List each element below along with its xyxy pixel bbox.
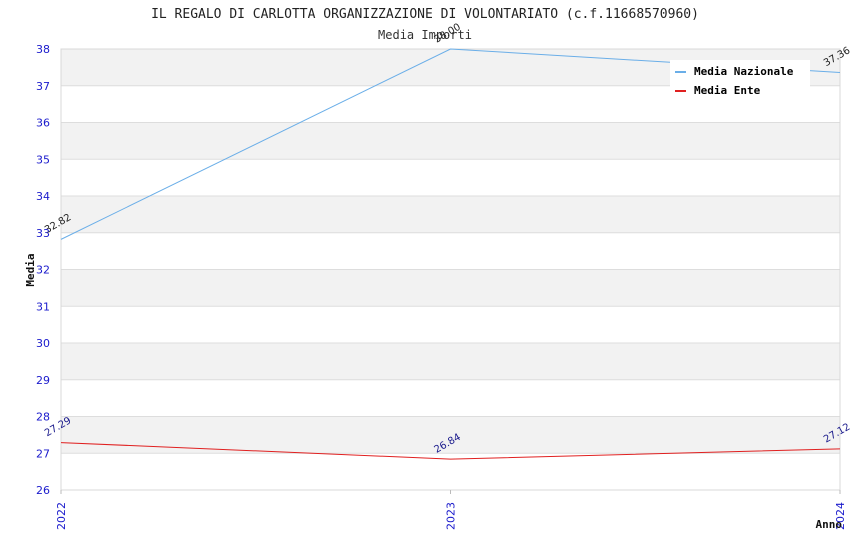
y-tick-label: 26	[36, 484, 50, 497]
y-tick-label: 38	[36, 43, 50, 56]
x-axis-label: Anno	[816, 518, 843, 531]
chart-title: IL REGALO DI CARLOTTA ORGANIZZAZIONE DI …	[151, 7, 699, 22]
data-label: 38.00	[433, 22, 463, 46]
legend-label: Media Ente	[694, 84, 761, 97]
grid-band	[61, 269, 840, 307]
line-chart: IL REGALO DI CARLOTTA ORGANIZZAZIONE DI …	[24, 7, 850, 531]
x-tick-label: 2022	[55, 502, 68, 530]
grid-band	[61, 379, 840, 417]
x-axis-ticks: 2022 2023 2024	[55, 490, 847, 530]
grid-bands	[60, 48, 841, 491]
grid-band	[61, 122, 840, 160]
grid-band	[61, 159, 840, 196]
x-tick-label: 2023	[445, 502, 458, 530]
y-tick-label: 34	[36, 190, 50, 203]
legend-label: Media Nazionale	[694, 65, 794, 78]
grid-band	[61, 343, 840, 380]
y-tick-label: 31	[36, 300, 50, 313]
y-tick-label: 35	[36, 153, 50, 166]
y-tick-label: 27	[36, 447, 50, 460]
y-tick-label: 32	[36, 264, 50, 277]
grid-band	[61, 306, 840, 343]
y-tick-label: 36	[36, 117, 50, 130]
legend: Media Nazionale Media Ente	[670, 60, 810, 104]
y-tick-label: 29	[36, 374, 50, 387]
grid-band	[61, 196, 840, 233]
y-tick-label: 30	[36, 337, 50, 350]
y-tick-label: 37	[36, 80, 50, 93]
y-axis-label: Media	[24, 253, 37, 286]
grid-band	[61, 232, 840, 270]
y-tick-label: 28	[36, 411, 50, 424]
